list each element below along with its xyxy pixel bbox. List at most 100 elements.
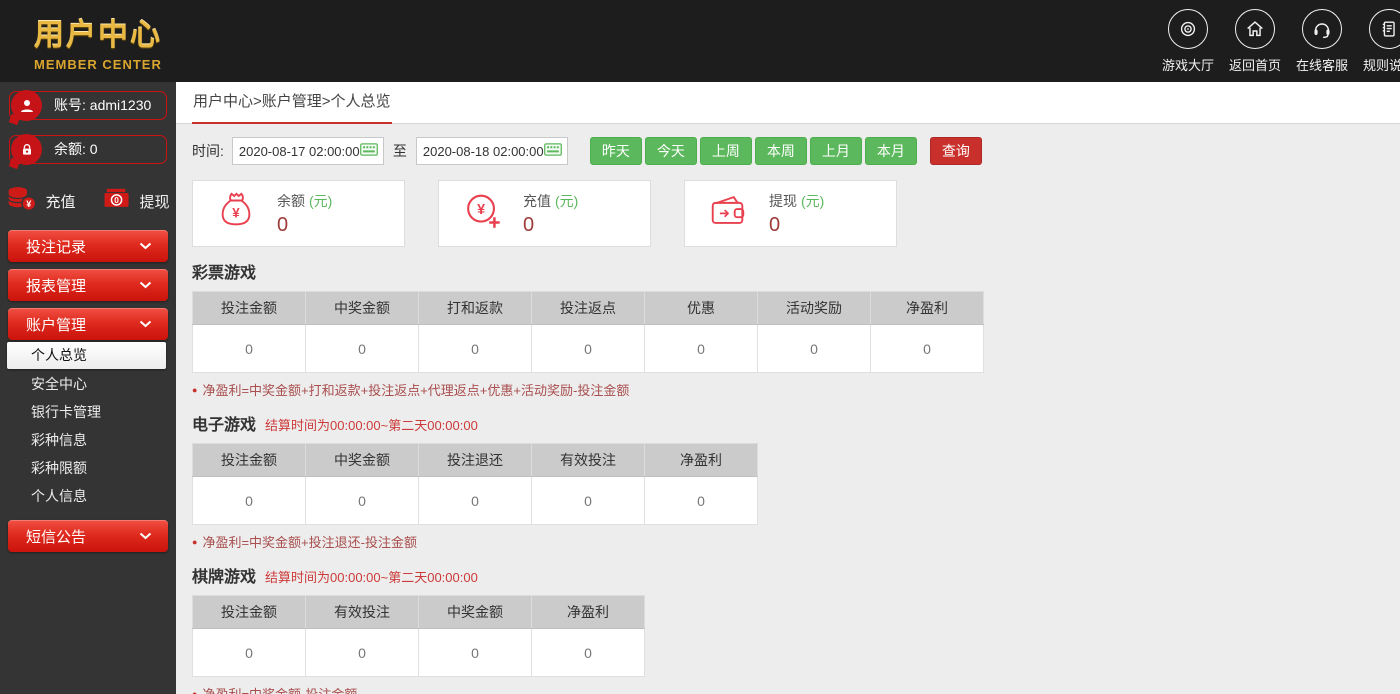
table-cell: 0 <box>870 324 984 373</box>
table-header-cell: 中奖金额 <box>305 443 419 477</box>
stat-cards: ¥ 余额 (元) 0 ¥ 充值 (元) 0 提现 (元) 0 <box>192 180 1384 247</box>
section-lottery-games: 彩票游戏 投注金额 中奖金额 打和返款 投注返点 优惠 活动奖励 净盈利 0 0 0 0 0 0 0 ● 净盈利… <box>192 259 1384 399</box>
sidebar-menu-bet-records[interactable]: 投注记录 <box>8 230 168 262</box>
table-cell: 0 <box>531 476 645 525</box>
date-picker-icon[interactable] <box>359 143 378 159</box>
user-icon <box>11 90 42 121</box>
quick-date-button[interactable]: 今天 <box>644 137 697 165</box>
bullet-icon: ● <box>192 384 198 395</box>
withdraw-button[interactable]: 0 提现 <box>102 187 170 215</box>
bullet-icon: ● <box>192 688 198 694</box>
table-cell: 0 <box>192 476 306 525</box>
date-picker-icon[interactable] <box>543 143 562 159</box>
breadcrumb: 用户中心>账户管理>个人总览 <box>192 82 392 124</box>
table-header-cell: 打和返款 <box>418 291 532 325</box>
logo: 用户中心 MEMBER CENTER <box>34 10 162 72</box>
table-header-cell: 有效投注 <box>531 443 645 477</box>
date-to-input[interactable]: 2020-08-18 02:00:00 <box>415 137 568 165</box>
quick-date-button[interactable]: 本周 <box>754 137 807 165</box>
bullet-icon: ● <box>192 536 198 547</box>
stat-label: 余额 <box>277 192 305 209</box>
lock-icon <box>11 134 42 165</box>
sidebar-menu-report-management[interactable]: 报表管理 <box>8 269 168 301</box>
table-header-cell: 有效投注 <box>305 595 419 629</box>
section-title-row: 棋牌游戏 结算时间为00:00:00~第二天00:00:00 <box>192 563 1384 587</box>
wallet-icon <box>707 190 749 237</box>
stat-text: 余额 (元) 0 <box>277 191 332 237</box>
table-header-cell: 投注返点 <box>531 291 645 325</box>
topnav-game-hall[interactable]: 游戏大厅 <box>1160 9 1216 74</box>
sidebar-menu-sms-notice[interactable]: 短信公告 <box>8 520 168 552</box>
content-area: 时间: 2020-08-17 02:00:00 至 2020-08-18 02:… <box>176 137 1400 694</box>
home-icon <box>1235 9 1275 49</box>
table-header-cell: 投注退还 <box>418 443 532 477</box>
topbar-nav: 游戏大厅返回首页在线客服规则说明 <box>1160 9 1400 74</box>
recharge-button[interactable]: ¥ 充值 <box>6 186 76 216</box>
table-header-cell: 投注金额 <box>192 291 306 325</box>
recharge-label: 充值 <box>45 193 76 211</box>
chevron-down-icon <box>139 242 152 250</box>
sidebar-menu-account-management[interactable]: 账户管理 <box>8 308 168 340</box>
sidebar-submenu-item[interactable]: 彩种限额 <box>0 455 176 482</box>
balance-box: 余额: 0 <box>9 134 167 165</box>
table-header-cell: 投注金额 <box>192 595 306 629</box>
sidebar-submenu-item[interactable]: 个人总览 <box>7 342 166 369</box>
quick-date-button[interactable]: 昨天 <box>589 137 642 165</box>
note-text: 净盈利=中奖金额+投注退还-投注金额 <box>202 535 417 550</box>
stat-unit: (元) <box>555 192 579 209</box>
table-cell: 0 <box>192 324 306 373</box>
table-cell: 0 <box>531 324 645 373</box>
stat-value: 0 <box>769 213 781 236</box>
game-hall-icon <box>1168 9 1208 49</box>
logo-subtitle: MEMBER CENTER <box>34 57 162 72</box>
banknote-icon: 0 <box>102 187 132 215</box>
breadcrumb-bar: 用户中心>账户管理>个人总览 <box>176 82 1400 124</box>
section-title-row: 电子游戏 结算时间为00:00:00~第二天00:00:00 <box>192 411 1384 435</box>
table-cell: 0 <box>418 476 532 525</box>
stat-text: 充值 (元) 0 <box>523 191 578 237</box>
note-text: 净盈利=中奖金额+打和返款+投注返点+代理返点+优惠+活动奖励-投注金额 <box>202 383 630 398</box>
svg-text:0: 0 <box>114 195 119 205</box>
note-text: 净盈利=中奖金额-投注金额 <box>202 684 357 694</box>
section-note: ● 净盈利=中奖金额-投注金额 <box>192 684 1384 694</box>
date-to-value: 2020-08-18 02:00:00 <box>422 143 544 159</box>
sidebar-submenu-item[interactable]: 个人信息 <box>0 483 176 510</box>
date-from-input[interactable]: 2020-08-17 02:00:00 <box>231 137 384 165</box>
quick-date-button[interactable]: 上周 <box>699 137 752 165</box>
table-header-cell: 净盈利 <box>870 291 984 325</box>
table-cell: 0 <box>644 476 758 525</box>
table-header-cell: 投注金额 <box>192 443 306 477</box>
rules-icon <box>1369 9 1400 49</box>
table-header-row: 投注金额 中奖金额 投注退还 有效投注 净盈利 <box>192 443 758 477</box>
sidebar-submenu-item[interactable]: 安全中心 <box>0 371 176 398</box>
quick-date-button[interactable]: 上月 <box>809 137 862 165</box>
table-row: 0000 <box>192 628 645 677</box>
table-row: 0000000 <box>192 324 984 373</box>
recharge-circle-icon: ¥ <box>461 190 503 237</box>
table-header-row: 投注金额 有效投注 中奖金额 净盈利 <box>192 595 645 629</box>
table-cell: 0 <box>192 628 306 677</box>
quick-date-buttons: 昨天 今天 上周 本周 上月 本月 <box>589 137 917 165</box>
quick-date-button[interactable]: 本月 <box>864 137 917 165</box>
stat-value: 0 <box>523 213 535 236</box>
topnav-service[interactable]: 在线客服 <box>1294 9 1350 74</box>
account-label: 账号: <box>54 97 86 113</box>
filter-row: 时间: 2020-08-17 02:00:00 至 2020-08-18 02:… <box>192 137 1384 165</box>
main-content: 用户中心>账户管理>个人总览 时间: 2020-08-17 02:00:00 至… <box>176 82 1400 694</box>
account-value: admi1230 <box>89 97 152 113</box>
sidebar-submenu-item[interactable]: 彩种信息 <box>0 427 176 454</box>
table-header-cell: 活动奖励 <box>757 291 871 325</box>
stat-value: 0 <box>277 213 289 236</box>
section-board-card-games: 棋牌游戏 结算时间为00:00:00~第二天00:00:00 投注金额 有效投注 中奖金… <box>192 563 1384 694</box>
search-button[interactable]: 查询 <box>929 137 982 165</box>
sidebar-submenu-item[interactable]: 银行卡管理 <box>0 399 176 426</box>
table-cell: 0 <box>418 324 532 373</box>
section-electronic-games: 电子游戏 结算时间为00:00:00~第二天00:00:00 投注金额 中奖金额 投注退… <box>192 411 1384 551</box>
topnav-label: 返回首页 <box>1228 58 1281 73</box>
topnav-home[interactable]: 返回首页 <box>1227 9 1283 74</box>
table-cell: 0 <box>418 628 532 677</box>
topnav-rules[interactable]: 规则说明 <box>1361 9 1400 74</box>
chevron-down-icon <box>139 281 152 289</box>
section-title: 电子游戏 <box>192 417 257 434</box>
chevron-down-icon <box>139 532 152 540</box>
